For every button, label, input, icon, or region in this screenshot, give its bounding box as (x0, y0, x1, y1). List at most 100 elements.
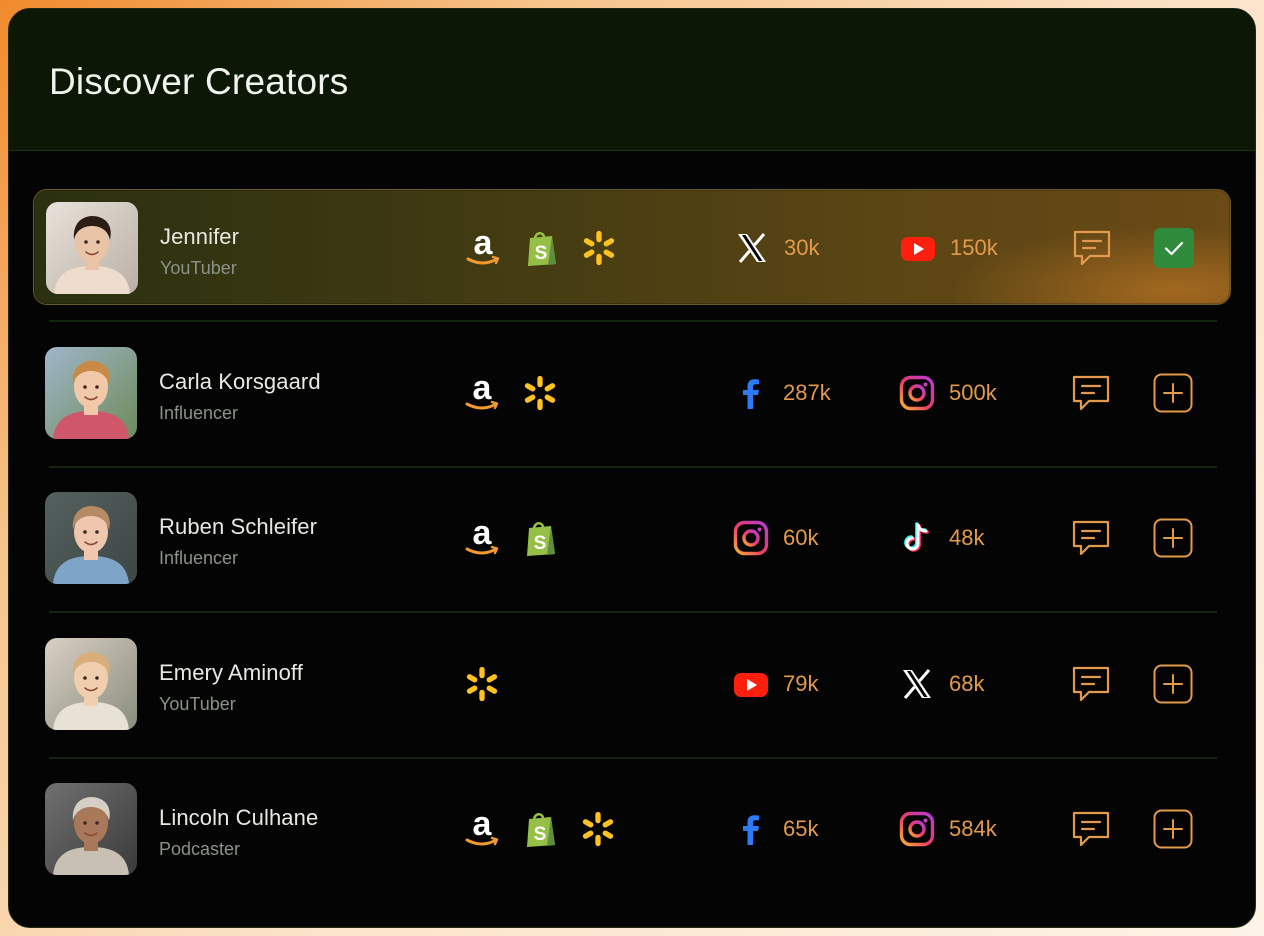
follower-count: 60k (783, 525, 819, 550)
plus-icon (1153, 373, 1193, 413)
follower-count: 30k (784, 235, 820, 260)
platform-stat: 48k (899, 518, 984, 558)
youtube-icon (900, 230, 936, 266)
x-icon (734, 230, 770, 266)
platform-stat: 150k (900, 228, 998, 268)
follower-count: 48k (949, 525, 985, 550)
message-button[interactable] (1071, 664, 1111, 704)
creator-row[interactable]: Jennifer YouTuber a S 30k 150k (33, 189, 1231, 305)
instagram-icon (899, 811, 935, 847)
creator-name: Emery Aminoff (159, 660, 303, 685)
creator-name: Carla Korsgaard (159, 369, 321, 394)
add-creator-button[interactable] (1153, 373, 1193, 413)
walmart-icon (463, 664, 501, 704)
shop-list: a S (464, 228, 618, 268)
svg-text:a: a (473, 373, 493, 407)
message-icon (1071, 811, 1111, 853)
avatar (46, 202, 138, 294)
platform-stat: 584k (899, 809, 997, 849)
creator-role: YouTuber (160, 258, 237, 278)
svg-text:a: a (473, 518, 493, 552)
amazon-icon: a (463, 809, 501, 849)
message-icon (1071, 375, 1111, 417)
instagram-icon (733, 520, 769, 556)
facebook-icon (733, 375, 769, 411)
row-divider (49, 757, 1217, 759)
discover-creators-card: Discover Creators Jennifer YouTuber a S (8, 8, 1256, 928)
message-button[interactable] (1071, 809, 1111, 849)
creator-name: Jennifer (160, 224, 240, 249)
creator-row[interactable]: Emery Aminoff YouTuber 79k 68k (33, 626, 1231, 742)
walmart-icon (580, 228, 618, 268)
amazon-icon: a (463, 518, 501, 558)
creator-row[interactable]: Carla Korsgaard Influencer a 287k 500k (33, 335, 1231, 451)
follower-count: 500k (949, 380, 997, 405)
creator-row[interactable]: Lincoln Culhane Podcaster a S 65k 584k (33, 771, 1231, 887)
creator-role: Influencer (159, 548, 239, 568)
platform-stat: 500k (899, 373, 997, 413)
avatar (45, 638, 137, 730)
avatar (45, 347, 137, 439)
facebook-icon (733, 811, 769, 847)
svg-text:a: a (474, 228, 494, 262)
message-icon (1071, 520, 1111, 562)
message-button[interactable] (1071, 518, 1111, 558)
creator-role: Influencer (159, 403, 239, 423)
svg-text:S: S (534, 824, 547, 845)
follower-count: 68k (949, 671, 985, 696)
follower-count: 287k (783, 380, 831, 405)
page-title: Discover Creators (49, 61, 349, 102)
follower-count: 150k (950, 235, 998, 260)
platform-stat: 68k (899, 664, 984, 704)
platform-stat: 287k (733, 373, 831, 413)
row-divider (49, 611, 1217, 613)
shop-list: a S (463, 809, 617, 849)
youtube-icon (733, 666, 769, 702)
message-button[interactable] (1071, 373, 1111, 413)
platform-stat: 60k (733, 518, 818, 558)
follower-count: 79k (783, 671, 819, 696)
creator-name: Lincoln Culhane (159, 805, 319, 830)
shopify-icon: S (522, 228, 560, 268)
message-icon (1071, 666, 1111, 708)
x-icon (899, 666, 935, 702)
message-icon (1072, 230, 1112, 272)
row-divider (49, 320, 1217, 322)
header: Discover Creators (9, 9, 1255, 151)
platform-stat: 79k (733, 664, 818, 704)
plus-icon (1153, 518, 1193, 558)
follower-count: 584k (949, 816, 997, 841)
amazon-icon: a (463, 373, 501, 413)
added-check-button[interactable] (1154, 228, 1194, 268)
tiktok-icon (899, 520, 935, 556)
walmart-icon (579, 809, 617, 849)
shop-list: a (463, 373, 559, 413)
follower-count: 65k (783, 816, 819, 841)
add-creator-button[interactable] (1153, 809, 1193, 849)
shopify-icon: S (521, 518, 559, 558)
creator-role: YouTuber (159, 694, 236, 714)
walmart-icon (521, 373, 559, 413)
creator-role: Podcaster (159, 839, 241, 859)
shop-list (463, 664, 501, 704)
instagram-icon (899, 375, 935, 411)
creator-name: Ruben Schleifer (159, 514, 318, 539)
svg-text:a: a (473, 809, 493, 843)
check-icon (1154, 228, 1194, 268)
shopify-icon: S (521, 809, 559, 849)
plus-icon (1153, 664, 1193, 704)
add-creator-button[interactable] (1153, 664, 1193, 704)
message-button[interactable] (1072, 228, 1112, 268)
platform-stat: 65k (733, 809, 818, 849)
shop-list: a S (463, 518, 559, 558)
row-divider (49, 466, 1217, 468)
svg-text:S: S (534, 533, 547, 554)
creator-row[interactable]: Ruben Schleifer Influencer a S 60k 48k (33, 480, 1231, 596)
platform-stat: 30k (734, 228, 819, 268)
plus-icon (1153, 809, 1193, 849)
add-creator-button[interactable] (1153, 518, 1193, 558)
avatar (45, 783, 137, 875)
avatar (45, 492, 137, 584)
amazon-icon: a (464, 228, 502, 268)
svg-text:S: S (535, 243, 548, 264)
